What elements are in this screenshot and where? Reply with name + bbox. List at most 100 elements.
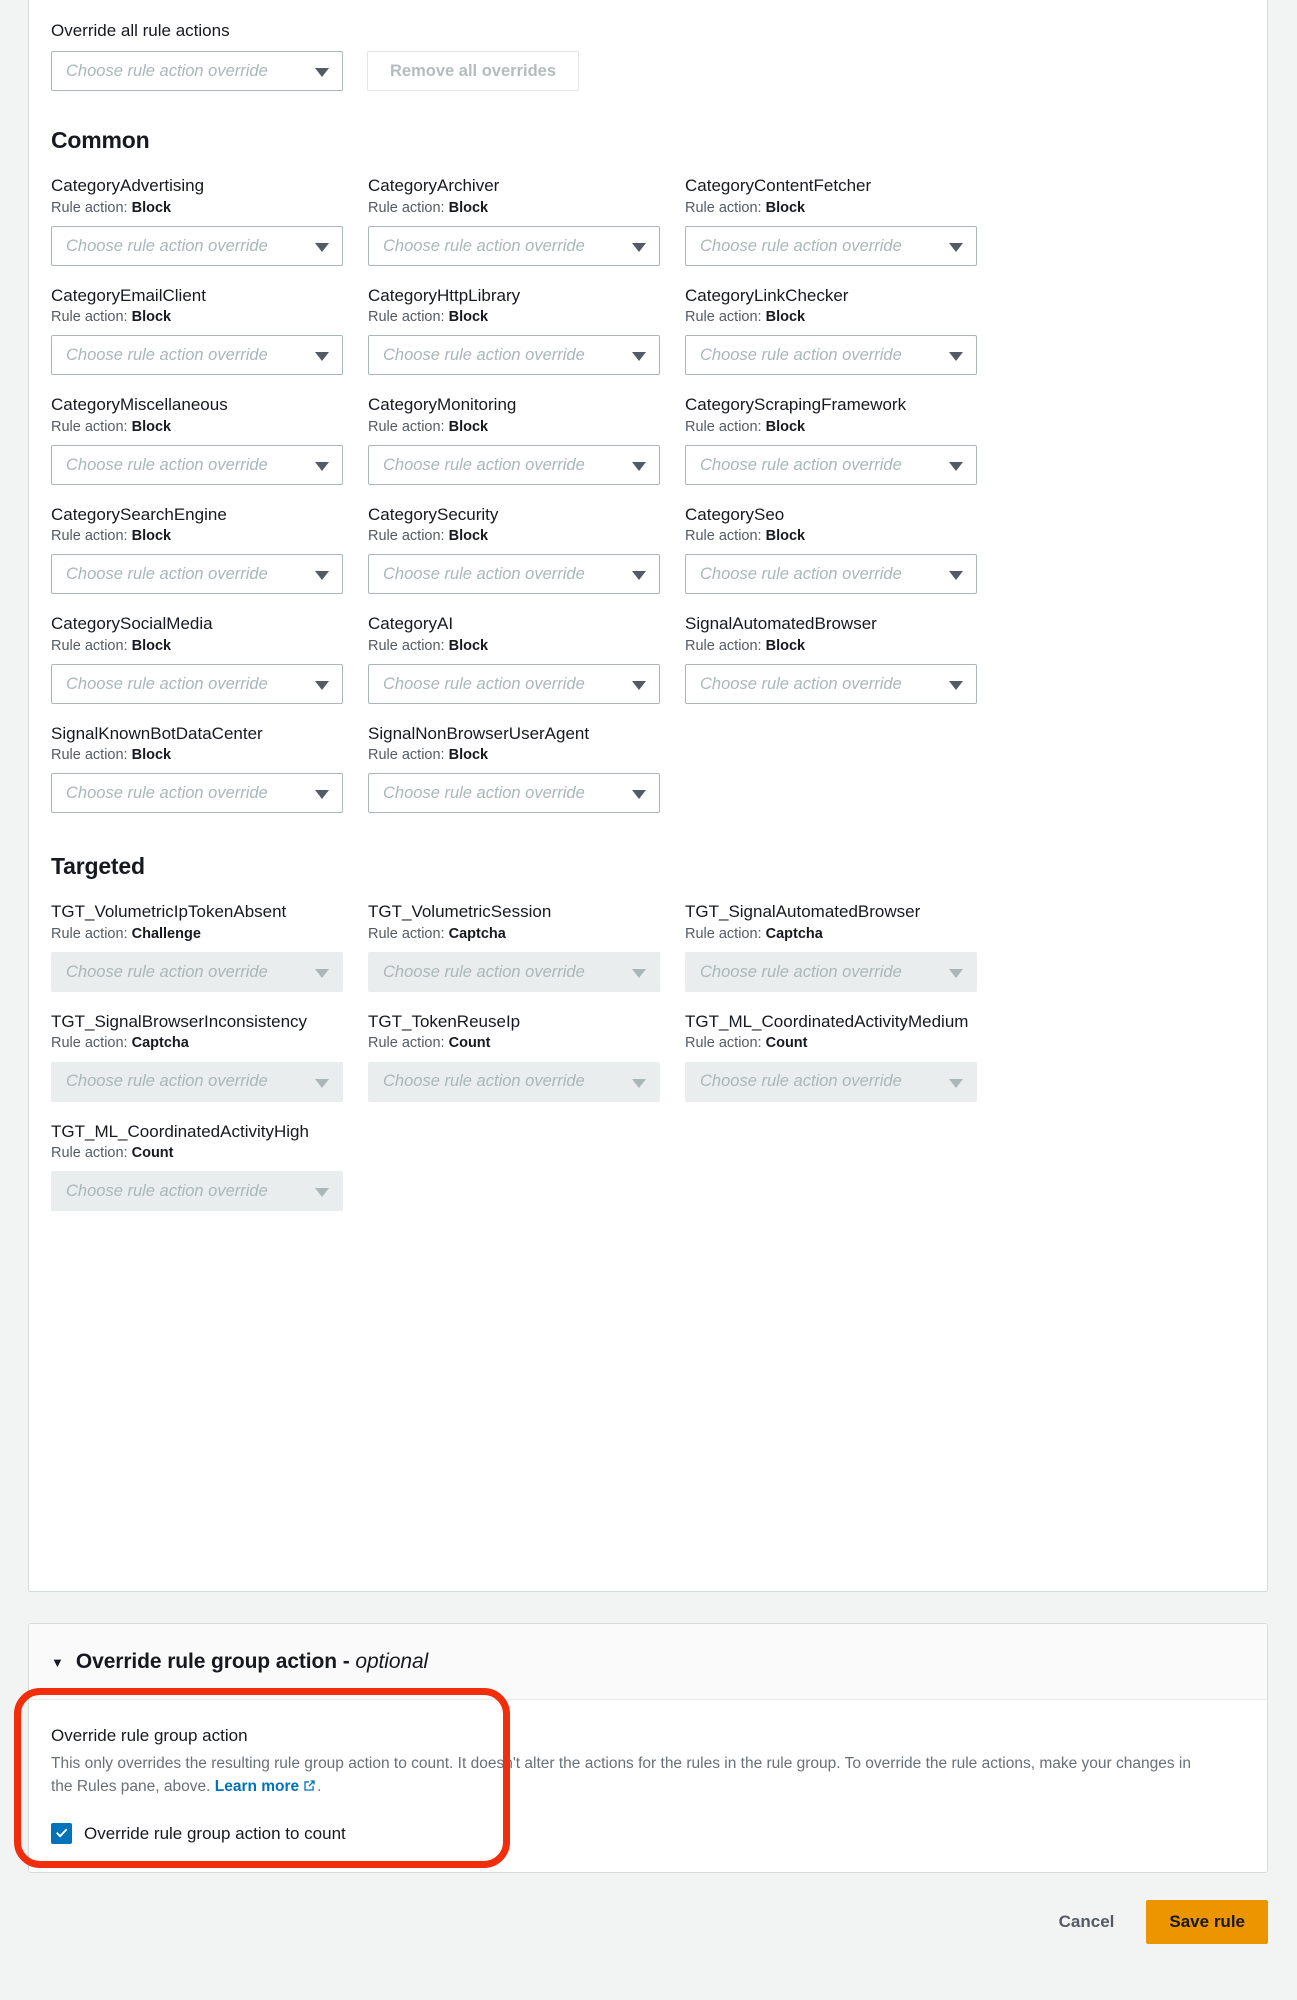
rule-cell: CategoryScrapingFramework Rule action: Bl… xyxy=(685,395,1002,505)
chevron-down-icon xyxy=(949,571,963,581)
rule-action-override-placeholder: Choose rule action override xyxy=(700,346,902,365)
rule-action-override-select[interactable]: Choose rule action override xyxy=(51,1171,343,1212)
rule-action-override-select[interactable]: Choose rule action override xyxy=(685,952,977,992)
rule-action-override-select[interactable]: Choose rule action override xyxy=(685,225,977,266)
chevron-down-icon[interactable]: ▼ xyxy=(51,1656,64,1669)
rule-action-override-select[interactable]: Choose rule action override xyxy=(368,773,660,814)
rule-action-override-placeholder: Choose rule action override xyxy=(700,565,902,584)
rule-action-override-placeholder: Choose rule action override xyxy=(66,236,268,255)
override-all-row: Override all rule actions Choose rule ac… xyxy=(51,0,1245,92)
chevron-down-icon xyxy=(632,242,646,252)
rule-cell: CategoryLinkChecker Rule action: Block Cho… xyxy=(685,286,1002,396)
rule-action-value: Block xyxy=(765,199,806,216)
cancel-button[interactable]: Cancel xyxy=(1047,1902,1127,1942)
rule-cell: TGT_VolumetricSession Rule action: Captch… xyxy=(368,902,685,1012)
rule-cell: SignalAutomatedBrowser Rule action: Block… xyxy=(685,614,1002,724)
rule-action: Rule action: Block xyxy=(368,527,685,545)
chevron-down-icon xyxy=(949,1078,963,1088)
learn-more-link[interactable]: Learn more xyxy=(215,1778,299,1795)
rule-action-value: Block xyxy=(448,528,489,545)
rule-name: CategoryMiscellaneous xyxy=(51,395,228,415)
rule-action: Rule action: Block xyxy=(51,418,368,436)
rule-action: Rule action: Challenge xyxy=(51,925,368,943)
rule-action: Rule action: Captcha xyxy=(685,925,1002,943)
chevron-down-icon xyxy=(949,242,963,252)
rule-action-override-select[interactable]: Choose rule action override xyxy=(51,773,343,814)
rule-action-value: Count xyxy=(448,1035,491,1052)
check-icon[interactable] xyxy=(51,1822,72,1844)
rule-action-prefix: Rule action: xyxy=(368,528,445,545)
override-all-field: Override all rule actions Choose rule ac… xyxy=(51,21,343,92)
rule-action-override-select[interactable]: Choose rule action override xyxy=(685,554,977,595)
override-checkbox-label: Override rule group action to count xyxy=(84,1823,346,1843)
rule-action-override-select[interactable]: Choose rule action override xyxy=(51,952,343,992)
rule-action-override-select[interactable]: Choose rule action override xyxy=(51,1061,343,1102)
rule-name: TGT_ML_CoordinatedActivityHigh xyxy=(51,1121,309,1141)
rule-action-prefix: Rule action: xyxy=(368,418,445,435)
rule-action-override-placeholder: Choose rule action override xyxy=(383,784,585,803)
override-panel-body: Override rule group action This only ove… xyxy=(29,1700,1267,1844)
rule-action: Rule action: Block xyxy=(685,418,1002,436)
chevron-down-icon xyxy=(632,352,646,362)
rule-action-override-select[interactable]: Choose rule action override xyxy=(368,663,660,704)
rule-action-prefix: Rule action: xyxy=(51,1144,128,1161)
rule-action-override-placeholder: Choose rule action override xyxy=(383,565,585,584)
rule-action: Rule action: Block xyxy=(51,308,368,326)
chevron-down-icon xyxy=(315,680,329,690)
rule-action-override-select[interactable]: Choose rule action override xyxy=(368,225,660,266)
rule-action-override-placeholder: Choose rule action override xyxy=(66,455,268,474)
rule-action-override-placeholder: Choose rule action override xyxy=(383,962,585,981)
rule-action: Rule action: Captcha xyxy=(368,925,685,943)
section-heading: Common xyxy=(51,127,150,154)
rule-action-prefix: Rule action: xyxy=(51,199,128,216)
rule-action-override-select[interactable]: Choose rule action override xyxy=(368,335,660,376)
override-panel-header[interactable]: ▼ Override rule group action - optional xyxy=(29,1624,1267,1700)
chevron-down-icon xyxy=(315,461,329,471)
rule-action-override-placeholder: Choose rule action override xyxy=(383,455,585,474)
chevron-down-icon xyxy=(632,571,646,581)
rule-action-value: Captcha xyxy=(765,925,823,942)
rule-action-override-select[interactable]: Choose rule action override xyxy=(685,444,977,485)
rule-action-override-select[interactable]: Choose rule action override xyxy=(51,663,343,704)
rule-cell: TGT_SignalAutomatedBrowser Rule action: C… xyxy=(685,902,1002,1012)
rule-name: CategoryAdvertising xyxy=(51,176,205,196)
rule-action-prefix: Rule action: xyxy=(368,925,445,942)
override-all-label: Override all rule actions xyxy=(51,21,230,40)
rule-action-override-select[interactable]: Choose rule action override xyxy=(51,225,343,266)
rule-action: Rule action: Block xyxy=(368,308,685,326)
rule-action-override-select[interactable]: Choose rule action override xyxy=(368,444,660,485)
rules-panel-body: Override all rule actions Choose rule ac… xyxy=(29,0,1267,1231)
override-all-select[interactable]: Choose rule action override xyxy=(51,51,343,92)
rule-cell: TGT_ML_CoordinatedActivityHigh Rule actio… xyxy=(51,1122,368,1232)
rule-action-override-select[interactable]: Choose rule action override xyxy=(368,952,660,992)
override-description-tail: . xyxy=(317,1778,322,1796)
rule-action-value: Block xyxy=(131,199,172,216)
remove-all-overrides-button[interactable]: Remove all overrides xyxy=(367,51,579,92)
save-rule-button[interactable]: Save rule xyxy=(1146,1900,1268,1944)
override-checkbox-row[interactable]: Override rule group action to count xyxy=(51,1822,1245,1844)
rule-action-override-select[interactable]: Choose rule action override xyxy=(685,663,977,704)
rule-action-value: Block xyxy=(131,637,172,654)
chevron-down-icon xyxy=(949,969,963,978)
rule-action-override-select[interactable]: Choose rule action override xyxy=(51,335,343,376)
rule-action: Rule action: Block xyxy=(51,637,368,655)
rule-action-override-select[interactable]: Choose rule action override xyxy=(685,335,977,376)
rule-name: CategoryLinkChecker xyxy=(685,285,849,305)
rule-action-prefix: Rule action: xyxy=(51,747,128,764)
rule-action-override-select[interactable]: Choose rule action override xyxy=(51,554,343,595)
rule-action-override-select[interactable]: Choose rule action override xyxy=(51,444,343,485)
rule-action-override-placeholder: Choose rule action override xyxy=(66,1072,268,1091)
rule-action-value: Block xyxy=(448,199,489,216)
chevron-down-icon xyxy=(632,461,646,471)
rule-action-override-select[interactable]: Choose rule action override xyxy=(685,1061,977,1102)
rule-name: SignalAutomatedBrowser xyxy=(685,614,877,634)
rule-name: CategoryEmailClient xyxy=(51,285,206,305)
rule-action-override-select[interactable]: Choose rule action override xyxy=(368,1061,660,1102)
rule-action: Rule action: Block xyxy=(51,746,368,764)
rule-action-override-placeholder: Choose rule action override xyxy=(383,674,585,693)
rule-action-override-select[interactable]: Choose rule action override xyxy=(368,554,660,595)
rule-action-override-placeholder: Choose rule action override xyxy=(700,962,902,981)
rule-cell: SignalKnownBotDataCenter Rule action: Blo… xyxy=(51,724,368,834)
rule-action-prefix: Rule action: xyxy=(51,1035,128,1052)
rule-action-value: Block xyxy=(448,309,489,326)
